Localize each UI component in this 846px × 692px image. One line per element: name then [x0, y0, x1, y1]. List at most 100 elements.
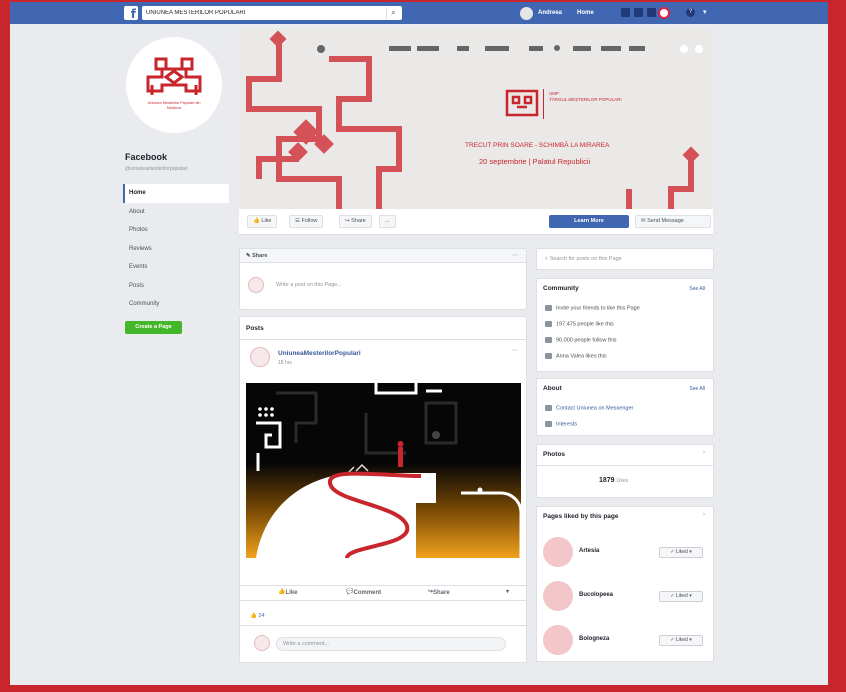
send-message-button[interactable]: ✉ Send Message: [635, 215, 711, 228]
home-link[interactable]: Home: [577, 10, 594, 16]
chevron-down-icon[interactable]: ▾: [703, 8, 707, 16]
page-handle[interactable]: @uniuneamesterilorpopulari: [125, 166, 188, 172]
liked-page-button[interactable]: ✓ Liked ▾: [659, 547, 703, 558]
share-page-label: Share: [351, 218, 366, 224]
cover-pattern-graphic: UMP TÂRGUL MEȘTERILOR POPULARI TRECUT PR…: [246, 30, 703, 209]
community-friend-text: Anna Valea likes this: [556, 353, 607, 360]
posts-heading: Posts: [246, 325, 264, 332]
page-search-input[interactable]: ⌕ Search for posts on this Page: [545, 256, 622, 263]
post-timestamp[interactable]: 18 hrs: [278, 360, 292, 366]
share-page-button[interactable]: ↪ Share: [339, 215, 372, 228]
liked-page-name[interactable]: Bucolopeea: [579, 592, 613, 598]
learn-more-button[interactable]: Learn More: [549, 215, 629, 228]
page-action-bar: 👍 Like ☰ Follow ↪ Share ... Learn More ✉…: [239, 209, 713, 235]
community-card: Community See All Invite your friends to…: [536, 278, 714, 372]
friend-requests-icon[interactable]: [621, 8, 630, 17]
follow-page-button[interactable]: ☰ Follow: [289, 215, 324, 228]
liked-page-button[interactable]: ✓ Liked ▾: [659, 635, 703, 646]
post-reaction-count-value: 24: [258, 613, 265, 619]
notifications-icon[interactable]: [647, 8, 656, 17]
tag-icon: [545, 421, 552, 427]
cover-event-date: 20 septembrie | Palatul Republicii: [479, 157, 591, 166]
left-nav-posts[interactable]: Posts: [123, 277, 229, 296]
composer-tab-share[interactable]: ✎ Share: [246, 253, 267, 259]
thumbs-up-icon: [545, 321, 552, 327]
post-action-row: 👍 Like 💬 Comment ↪ Share ▾: [240, 585, 526, 601]
liked-page-avatar[interactable]: [543, 581, 573, 611]
about-messenger-text: Contact Uniunea on Messenger: [556, 405, 634, 412]
user-name-link[interactable]: Andreea: [538, 10, 562, 16]
search-box[interactable]: ⌕: [142, 6, 402, 20]
liked-pages-chevron-icon[interactable]: ›: [703, 512, 705, 518]
post-share-label: Share: [433, 590, 450, 596]
about-see-all-link[interactable]: See All: [689, 386, 705, 392]
about-card: About See All Contact Uniunea on Messeng…: [536, 378, 714, 436]
friend-icon: [545, 353, 552, 359]
community-heading: Community: [543, 285, 579, 292]
left-nav-events[interactable]: Events: [123, 258, 229, 277]
cover-photo[interactable]: UMP TÂRGUL MEȘTERILOR POPULARI TRECUT PR…: [239, 29, 713, 209]
messages-icon[interactable]: [634, 8, 643, 17]
photos-chevron-icon[interactable]: ›: [703, 450, 705, 456]
post-share-options-icon[interactable]: ▾: [506, 588, 509, 595]
user-avatar[interactable]: [520, 7, 533, 20]
post-author-name[interactable]: UniuneaMesterilorPopulari: [278, 350, 361, 357]
community-see-all-link[interactable]: See All: [689, 286, 705, 292]
page-search-card: ⌕ Search for posts on this Page: [536, 248, 714, 270]
post-comment-button[interactable]: 💬 Comment: [346, 588, 381, 596]
liked-pages-heading: Pages liked by this page: [543, 513, 619, 520]
composer-input[interactable]: Write a post on this Page...: [270, 279, 450, 293]
left-nav-reviews[interactable]: Reviews: [123, 240, 229, 259]
post-comment-label: Comment: [353, 590, 382, 596]
facebook-logo-icon[interactable]: f: [124, 6, 138, 21]
community-invite-row[interactable]: Invite your friends to like this Page: [545, 305, 640, 311]
liked-page-button-label: Liked: [675, 637, 688, 643]
page-title: Facebook: [125, 152, 168, 162]
create-page-button[interactable]: Create a Page: [125, 321, 182, 334]
like-page-label: Like: [261, 218, 272, 224]
page-profile-picture[interactable]: Uniunea Meșterilor Populari din Moldova: [123, 34, 225, 136]
composer-avatar: [248, 277, 264, 293]
photos-counter-value: 1879: [599, 477, 615, 484]
comments-divider: [240, 625, 526, 626]
cover-event-title: TÂRGUL MEȘTERILOR POPULARI: [549, 96, 622, 102]
page-logo-caption: Uniunea Meșterilor Populari din Moldova: [147, 101, 201, 110]
post-like-label: Like: [285, 590, 298, 596]
comment-author-avatar: [254, 635, 270, 651]
photos-counter: 1879 Likes: [599, 477, 628, 484]
like-page-button[interactable]: 👍 Like: [247, 215, 278, 228]
left-nav-home[interactable]: Home: [123, 184, 229, 203]
notification-badge-icon[interactable]: [658, 7, 670, 19]
liked-page-button[interactable]: ✓ Liked ▾: [659, 591, 703, 602]
invite-icon: [545, 305, 552, 311]
help-icon[interactable]: ?: [686, 8, 695, 17]
liked-page-name[interactable]: Bologneza: [579, 636, 609, 642]
about-interests-row[interactable]: Interests: [545, 421, 577, 427]
photos-counter-suffix: Likes: [616, 478, 629, 484]
left-nav-about[interactable]: About: [123, 203, 229, 222]
liked-page-avatar[interactable]: [543, 537, 573, 567]
post-like-button[interactable]: 👍 Like: [278, 588, 298, 596]
search-icon[interactable]: ⌕: [386, 7, 400, 19]
left-nav-community[interactable]: Community: [123, 295, 229, 314]
composer-options-icon[interactable]: ⋯: [512, 252, 518, 259]
community-likes-text: 197,475 people like this: [556, 321, 614, 328]
post-author-avatar[interactable]: [250, 347, 270, 367]
community-likes-row: 197,475 people like this: [545, 321, 614, 327]
post-image[interactable]: [246, 383, 521, 558]
left-navigation: Home About Photos Reviews Events Posts C…: [123, 184, 229, 314]
about-messenger-row[interactable]: Contact Uniunea on Messenger: [545, 405, 633, 411]
left-nav-photos[interactable]: Photos: [123, 221, 229, 240]
comment-input[interactable]: Write a comment...: [276, 637, 506, 651]
post-options-icon[interactable]: ⋯: [512, 347, 518, 354]
liked-page-name[interactable]: Artesia: [579, 548, 599, 554]
composer-tab-label: Share: [252, 253, 268, 259]
post-reaction-count[interactable]: 👍 24: [250, 613, 265, 619]
community-friend-row[interactable]: Anna Valea likes this: [545, 353, 607, 359]
post-share-button[interactable]: ↪ Share: [428, 588, 450, 596]
liked-page-avatar[interactable]: [543, 625, 573, 655]
about-interests-text: Interests: [556, 421, 578, 428]
photos-divider: [537, 465, 713, 466]
search-input[interactable]: [146, 8, 376, 18]
more-options-button[interactable]: ...: [379, 215, 396, 228]
